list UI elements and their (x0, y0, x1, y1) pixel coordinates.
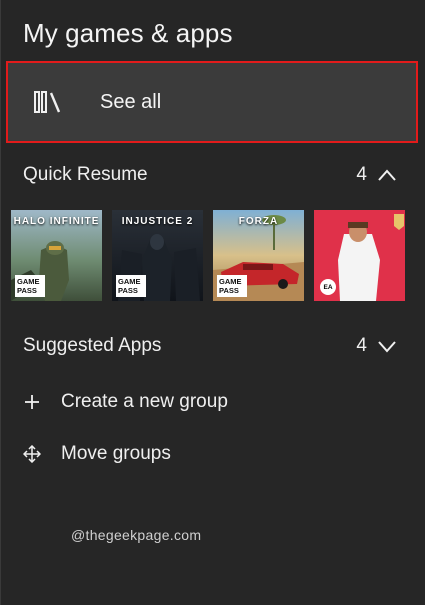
game-pass-badge: GAME PASS (116, 275, 146, 297)
see-all-button[interactable]: See all (6, 61, 418, 143)
game-pass-badge: GAME PASS (217, 275, 247, 297)
library-icon (34, 91, 61, 113)
suggested-apps-header[interactable]: Suggested Apps 4 (23, 331, 397, 361)
ea-badge: EA (320, 279, 336, 295)
move-groups-label: Move groups (61, 443, 171, 464)
page-title: My games & apps (23, 18, 233, 48)
game-tile-halo-infinite[interactable]: HALO INFINITE GAME PASS (11, 210, 102, 301)
game-tile-injustice-2[interactable]: INJUSTICE 2 GAME PASS (112, 210, 203, 301)
watermark: @thegeekpage.com (71, 527, 202, 543)
move-arrows-icon (23, 445, 41, 463)
suggested-apps-count: 4 (356, 335, 367, 356)
game-pass-badge: GAME PASS (15, 275, 45, 297)
plus-icon (25, 395, 39, 409)
tile-title: INJUSTICE 2 (121, 216, 194, 227)
quick-resume-header[interactable]: Quick Resume 4 (23, 160, 397, 190)
quick-resume-tiles: HALO INFINITE GAME PASS INJUSTICE 2 GAME P… (11, 210, 405, 301)
tile-title: FORZA (238, 216, 279, 227)
chevron-up-icon[interactable] (377, 168, 397, 182)
see-all-label: See all (100, 90, 162, 113)
create-group-button[interactable]: Create a new group (23, 388, 228, 416)
game-tile-fifa[interactable]: EA (314, 210, 405, 301)
suggested-apps-title: Suggested Apps (23, 335, 162, 356)
games-apps-panel: My games & apps See all Quick Resume 4 H… (0, 0, 425, 605)
game-tile-forza[interactable]: FORZA GAME PASS (213, 210, 304, 301)
chevron-down-icon[interactable] (377, 339, 397, 353)
quick-resume-title: Quick Resume (23, 164, 148, 185)
create-group-label: Create a new group (61, 391, 228, 412)
move-groups-button[interactable]: Move groups (23, 440, 171, 468)
quick-resume-count: 4 (356, 164, 367, 185)
tile-title: HALO INFINITE (13, 216, 100, 227)
